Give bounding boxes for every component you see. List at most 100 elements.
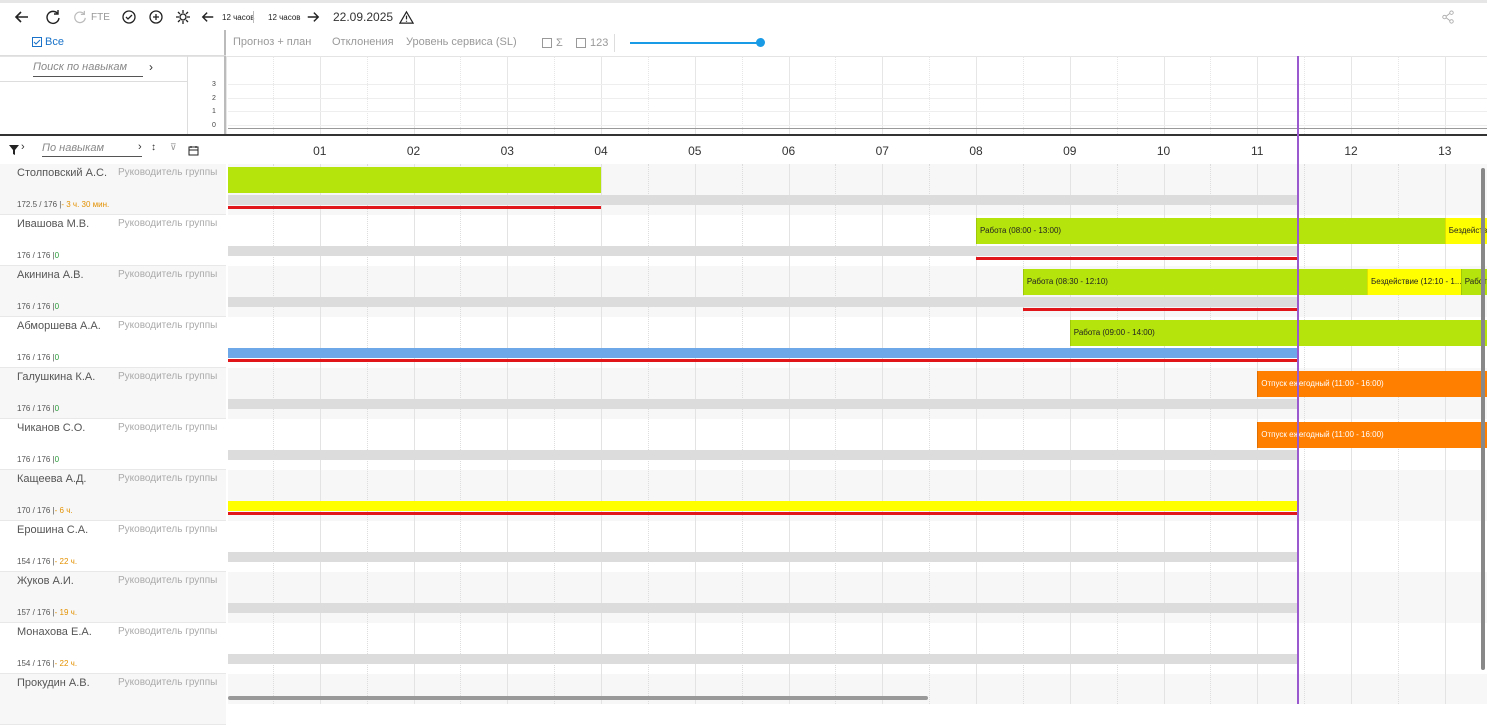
filter-icon[interactable] xyxy=(8,143,20,161)
employee-row[interactable]: Столповский А.С. Руководитель группы 172.5… xyxy=(0,164,226,215)
shift-bar[interactable]: Работа (08:00 - 13:00) xyxy=(976,218,1445,244)
plan-band xyxy=(228,297,1300,307)
vertical-scrollbar[interactable] xyxy=(1481,168,1485,670)
employee-name: Чиканов С.О. xyxy=(17,422,86,434)
employee-name: Ерошина С.А. xyxy=(17,524,89,536)
zoom-slider-handle[interactable] xyxy=(756,38,765,47)
employee-row[interactable]: Абморшева А.А. Руководитель группы 176 / 1… xyxy=(0,317,226,368)
employee-name: Кащеева А.Д. xyxy=(17,473,87,485)
tab-service-level[interactable]: Уровень сервиса (SL) xyxy=(406,36,517,48)
employee-row[interactable]: Чиканов С.О. Руководитель группы 176 / 176… xyxy=(0,419,226,470)
prev-period-icon[interactable] xyxy=(201,6,215,28)
chevron-right-icon[interactable]: › xyxy=(21,141,25,153)
grid-line xyxy=(1163,164,1165,704)
employee-row[interactable]: Прокудин А.В. Руководитель группы xyxy=(0,674,226,725)
horizontal-scrollbar[interactable] xyxy=(228,696,928,700)
employee-hours: 176 / 176 |0 xyxy=(17,353,59,362)
deviation-line xyxy=(228,359,1300,362)
grid-line xyxy=(976,164,977,704)
grid-line xyxy=(694,56,696,134)
hours-value: 176 / 176 | xyxy=(17,404,55,413)
chevron-right-icon[interactable]: › xyxy=(149,60,153,74)
employee-name: Галушкина К.А. xyxy=(17,371,96,383)
shift-bar[interactable]: Отпуск ежегодный (11:00 - 16:00) xyxy=(1257,371,1487,397)
grid-line xyxy=(647,164,650,704)
tab-deviations[interactable]: Отклонения xyxy=(332,36,394,48)
calendar-icon[interactable] xyxy=(188,143,199,161)
grid-line xyxy=(788,164,790,704)
skill-search-area: Поиск по навыкам › 3 2 1 0 xyxy=(0,56,226,134)
employee-role: Руководитель группы xyxy=(118,473,218,484)
employee-row[interactable]: Жуков А.И. Руководитель группы 157 / 176 |… xyxy=(0,572,226,623)
hour-label: 07 xyxy=(875,144,889,158)
next-step-label[interactable]: 12 часов xyxy=(268,6,301,28)
deviation-line xyxy=(228,512,1300,515)
divider xyxy=(253,11,254,23)
date-field[interactable]: 22.09.2025 xyxy=(333,6,393,28)
employee-name: Ивашова М.В. xyxy=(17,218,90,230)
hours-value: 157 / 176 | xyxy=(17,608,55,617)
employee-role: Руководитель группы xyxy=(118,167,218,178)
chevron-right-icon[interactable]: › xyxy=(138,141,142,153)
fte-button[interactable]: FTE xyxy=(91,6,110,28)
employee-name: Монахова Е.А. xyxy=(17,626,92,638)
hours-delta: - 3 ч. 30 мин. xyxy=(61,200,110,209)
count-checkbox[interactable]: 123 xyxy=(576,37,608,49)
grid-line xyxy=(226,56,227,134)
hour-label: 06 xyxy=(781,144,796,158)
shift-bar[interactable]: Отпуск ежегодный (11:00 - 16:00) xyxy=(1257,422,1487,448)
sort-icon[interactable]: ↕ xyxy=(151,142,156,153)
hour-label: 05 xyxy=(688,144,702,158)
zoom-slider-track[interactable] xyxy=(630,42,760,44)
grid-line xyxy=(1304,56,1306,134)
hours-delta: 0 xyxy=(54,251,60,260)
check-all-icon[interactable] xyxy=(121,6,137,28)
employee-name: Жуков А.И. xyxy=(17,575,74,587)
next-period-icon[interactable] xyxy=(306,6,320,28)
back-icon[interactable] xyxy=(14,6,30,28)
employee-row[interactable]: Ивашова М.В. Руководитель группы 176 / 176… xyxy=(0,215,226,266)
add-circle-icon[interactable] xyxy=(148,6,164,28)
divider xyxy=(0,81,187,82)
tab-forecast-plan[interactable]: Прогноз + план xyxy=(233,36,311,48)
plan-band xyxy=(228,654,1300,664)
employee-row[interactable]: Монахова Е.А. Руководитель группы 154 / 17… xyxy=(0,623,226,674)
refresh-icon[interactable] xyxy=(45,6,61,28)
shift-bar[interactable]: Работа (08:30 - 12:10) xyxy=(1022,269,1367,295)
employee-row[interactable]: Акинина А.В. Руководитель группы 176 / 176… xyxy=(0,266,226,317)
grid-line xyxy=(507,164,509,704)
prev-step-label[interactable]: 12 часов xyxy=(222,6,255,28)
plan-band xyxy=(228,501,1300,511)
grid-line xyxy=(1444,56,1446,134)
grid-line xyxy=(1397,56,1400,134)
skill-filter-input[interactable]: По навыкам xyxy=(42,142,142,157)
share-icon[interactable] xyxy=(1441,6,1455,28)
employee-role: Руководитель группы xyxy=(118,626,218,637)
grid-line xyxy=(694,164,696,704)
hours-value: 172.5 / 176 | xyxy=(17,200,62,209)
hours-value: 170 / 176 | xyxy=(17,506,55,515)
employee-hours: 154 / 176 |- 22 ч. xyxy=(17,659,77,668)
grid-line xyxy=(601,56,602,134)
shift-bar[interactable] xyxy=(228,167,601,193)
skill-search-input[interactable]: Поиск по навыкам xyxy=(33,61,143,77)
employee-hours: 176 / 176 |0 xyxy=(17,251,59,260)
clear-filter-icon[interactable]: ⊽ xyxy=(170,142,177,153)
employee-row[interactable]: Кащеева А.Д. Руководитель группы 170 / 176… xyxy=(0,470,226,521)
redo-icon[interactable] xyxy=(73,6,87,28)
employee-hours: 157 / 176 |- 19 ч. xyxy=(17,608,77,617)
hour-label: 10 xyxy=(1156,144,1171,158)
hour-label: 03 xyxy=(500,144,514,158)
grid-line xyxy=(741,164,744,704)
employee-row[interactable]: Галушкина К.А. Руководитель группы 176 / 1… xyxy=(0,368,226,419)
grid-line xyxy=(741,56,744,134)
employee-row[interactable]: Ерошина С.А. Руководитель группы 154 / 176… xyxy=(0,521,226,572)
warning-icon[interactable] xyxy=(399,6,414,28)
shift-bar[interactable]: Бездействие (12:10 - 1... xyxy=(1366,269,1461,295)
hour-label: 04 xyxy=(594,144,608,158)
settings-gear-icon[interactable] xyxy=(175,6,191,28)
hours-delta: - 6 ч. xyxy=(54,506,73,515)
shift-bar[interactable]: Работа (09:00 - 14:00) xyxy=(1069,320,1487,346)
sigma-checkbox[interactable]: Σ xyxy=(542,37,563,49)
plan-band xyxy=(228,348,1300,358)
